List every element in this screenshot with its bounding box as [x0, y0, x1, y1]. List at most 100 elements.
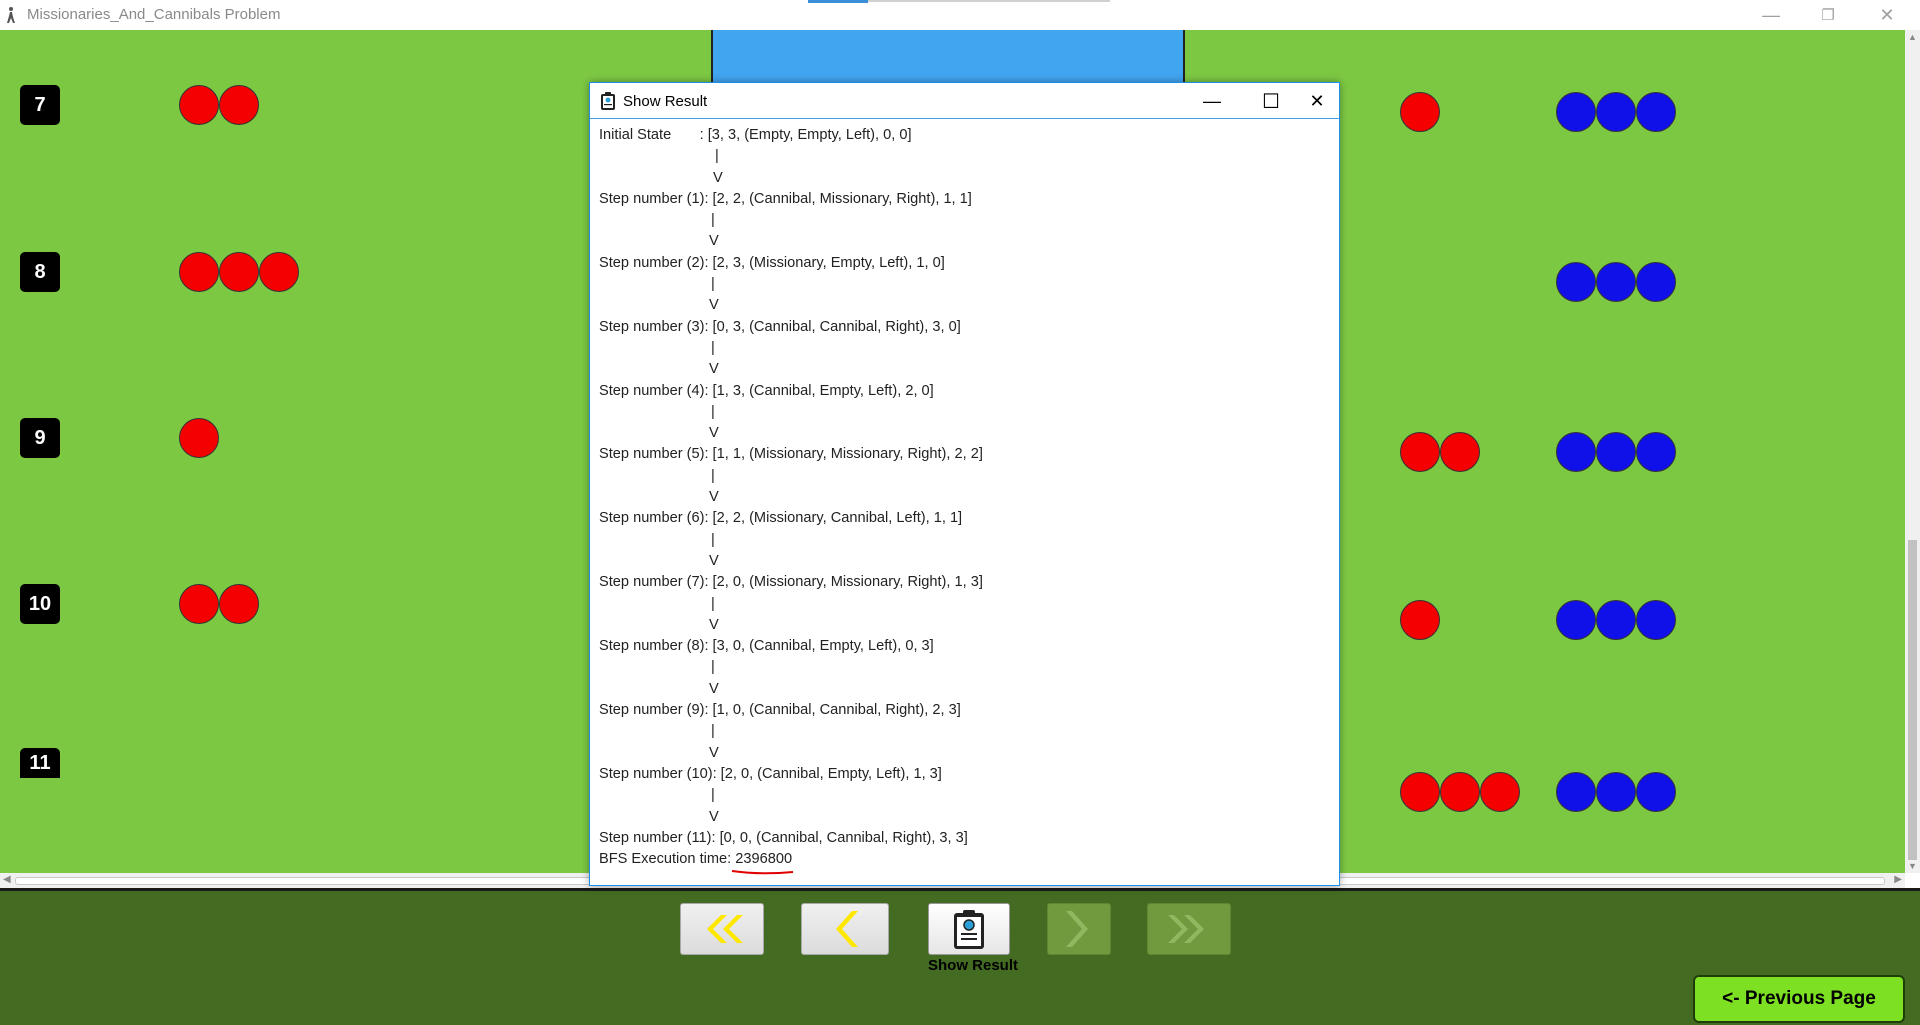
connector-bar: | [599, 466, 1329, 487]
connector-bar-glyph: | [711, 723, 715, 740]
execution-time-value: 2396800 [732, 851, 794, 875]
cannibal-token-right [1400, 432, 1440, 472]
cannibal-token-left [179, 418, 219, 458]
connector-arrow-glyph: V [709, 808, 719, 825]
show-result-label: Show Result [927, 957, 1018, 974]
state-line: Step number (7): [2, 0, (Missionary, Mis… [599, 574, 983, 591]
connector-bar: | [599, 338, 1329, 359]
cannibal-token-left [219, 584, 259, 624]
chevron-right-icon [1066, 911, 1088, 947]
row-number-badge: 7 [20, 85, 60, 125]
connector-bar-glyph: | [711, 467, 715, 484]
scroll-up-icon[interactable]: ▲ [1908, 32, 1917, 42]
cannibal-token-left [259, 252, 299, 292]
connector-bar: | [599, 402, 1329, 423]
state-line: Step number (9): [1, 0, (Cannibal, Canni… [599, 702, 961, 719]
connector-arrow-glyph: V [709, 552, 719, 569]
window-title: Missionaries_And_Cannibals Problem [27, 6, 281, 23]
missionary-token-right [1636, 772, 1676, 812]
connector-bar: | [599, 530, 1329, 551]
connector-arrow-glyph: V [709, 489, 719, 506]
dialog-maximize-button[interactable]: ☐ [1248, 86, 1294, 116]
state-line: Step number (3): [0, 3, (Cannibal, Canni… [599, 318, 961, 335]
connector-arrow: V [599, 615, 1329, 636]
connector-arrow: V [599, 551, 1329, 572]
dialog-close-button[interactable]: ✕ [1294, 86, 1340, 116]
show-result-button[interactable] [928, 903, 1010, 955]
previous-step-button[interactable] [801, 903, 889, 955]
connector-arrow: V [599, 231, 1329, 252]
connector-bar: | [599, 594, 1329, 615]
connector-arrow-glyph: V [709, 744, 719, 761]
control-panel: Show Result <- Previous Page [0, 888, 1920, 1025]
missionary-token-right [1636, 262, 1676, 302]
connector-bar: | [599, 785, 1329, 806]
state-line: Step number (1): [2, 2, (Cannibal, Missi… [599, 190, 972, 207]
connector-bar-glyph: | [711, 339, 715, 356]
connector-bar: | [599, 274, 1329, 295]
cannibal-token-right [1400, 92, 1440, 132]
restore-button[interactable]: ❐ [1805, 0, 1851, 30]
missionary-token-right [1596, 262, 1636, 302]
connector-bar: | [599, 721, 1329, 742]
result-text-area[interactable]: Initial State : [3, 3, (Empty, Empty, Le… [599, 125, 1329, 875]
dialog-titlebar: Show Result — ☐ ✕ [590, 83, 1339, 119]
missionary-token-right [1596, 772, 1636, 812]
connector-bar: | [599, 657, 1329, 678]
connector-arrow: V [599, 168, 1329, 189]
next-step-button[interactable] [1047, 903, 1111, 955]
vertical-scrollbar[interactable]: ▲ ▼ [1905, 30, 1920, 873]
state-line: Step number (2): [2, 3, (Missionary, Emp… [599, 254, 945, 271]
close-button[interactable]: ✕ [1864, 0, 1910, 30]
missionary-token-right [1596, 92, 1636, 132]
first-step-button[interactable] [680, 903, 764, 955]
state-line: Initial State : [3, 3, (Empty, Empty, Le… [599, 127, 912, 143]
scroll-right-icon[interactable]: ▶ [1894, 874, 1902, 885]
walking-person-icon [7, 7, 15, 23]
scroll-left-icon[interactable]: ◀ [3, 874, 11, 885]
red-underline-annotation [732, 870, 794, 875]
connector-bar-glyph: | [711, 595, 715, 612]
cannibal-token-right [1400, 772, 1440, 812]
connector-arrow: V [599, 359, 1329, 380]
scroll-down-icon[interactable]: ▼ [1908, 861, 1917, 871]
connector-bar-glyph: | [711, 531, 715, 548]
execution-time-label: BFS Execution time: [599, 851, 736, 868]
missionary-token-right [1556, 600, 1596, 640]
clipboard-icon [954, 910, 984, 949]
cannibal-token-left [219, 252, 259, 292]
state-line: Step number (6): [2, 2, (Missionary, Can… [599, 510, 963, 527]
title-accent-secondary [868, 0, 1110, 2]
connector-arrow: V [599, 423, 1329, 444]
missionary-token-right [1556, 432, 1596, 472]
previous-page-button[interactable]: <- Previous Page [1693, 975, 1905, 1023]
connector-arrow: V [599, 743, 1329, 764]
connector-arrow-glyph: V [709, 361, 719, 378]
minimize-button[interactable]: — [1748, 0, 1794, 30]
connector-arrow: V [599, 679, 1329, 700]
missionary-token-right [1596, 600, 1636, 640]
cannibal-token-left [179, 252, 219, 292]
vertical-scroll-thumb[interactable] [1908, 540, 1917, 860]
cannibal-token-left [179, 584, 219, 624]
connector-arrow-glyph: V [709, 680, 719, 697]
connector-bar-glyph: | [711, 659, 715, 676]
connector-arrow: V [599, 807, 1329, 828]
chevron-left-icon [836, 911, 858, 947]
missionary-token-right [1636, 432, 1676, 472]
execution-time-line: BFS Execution time: 2396800 [599, 849, 1329, 875]
state-line: Step number (11): [0, 0, (Cannibal, Cann… [599, 829, 968, 846]
row-number-badge: 9 [20, 418, 60, 458]
connector-bar: | [599, 146, 1329, 167]
dialog-title: Show Result [623, 93, 708, 110]
last-step-button[interactable] [1147, 903, 1231, 955]
missionary-token-right [1636, 92, 1676, 132]
dialog-minimize-button[interactable]: — [1189, 86, 1235, 116]
connector-bar-glyph: | [715, 148, 719, 165]
river [711, 30, 1185, 90]
connector-arrow-glyph: V [709, 233, 719, 250]
connector-bar-glyph: | [711, 276, 715, 293]
state-line: Step number (4): [1, 3, (Cannibal, Empty… [599, 382, 934, 399]
double-chevron-left-icon [707, 915, 743, 943]
missionary-token-right [1556, 772, 1596, 812]
